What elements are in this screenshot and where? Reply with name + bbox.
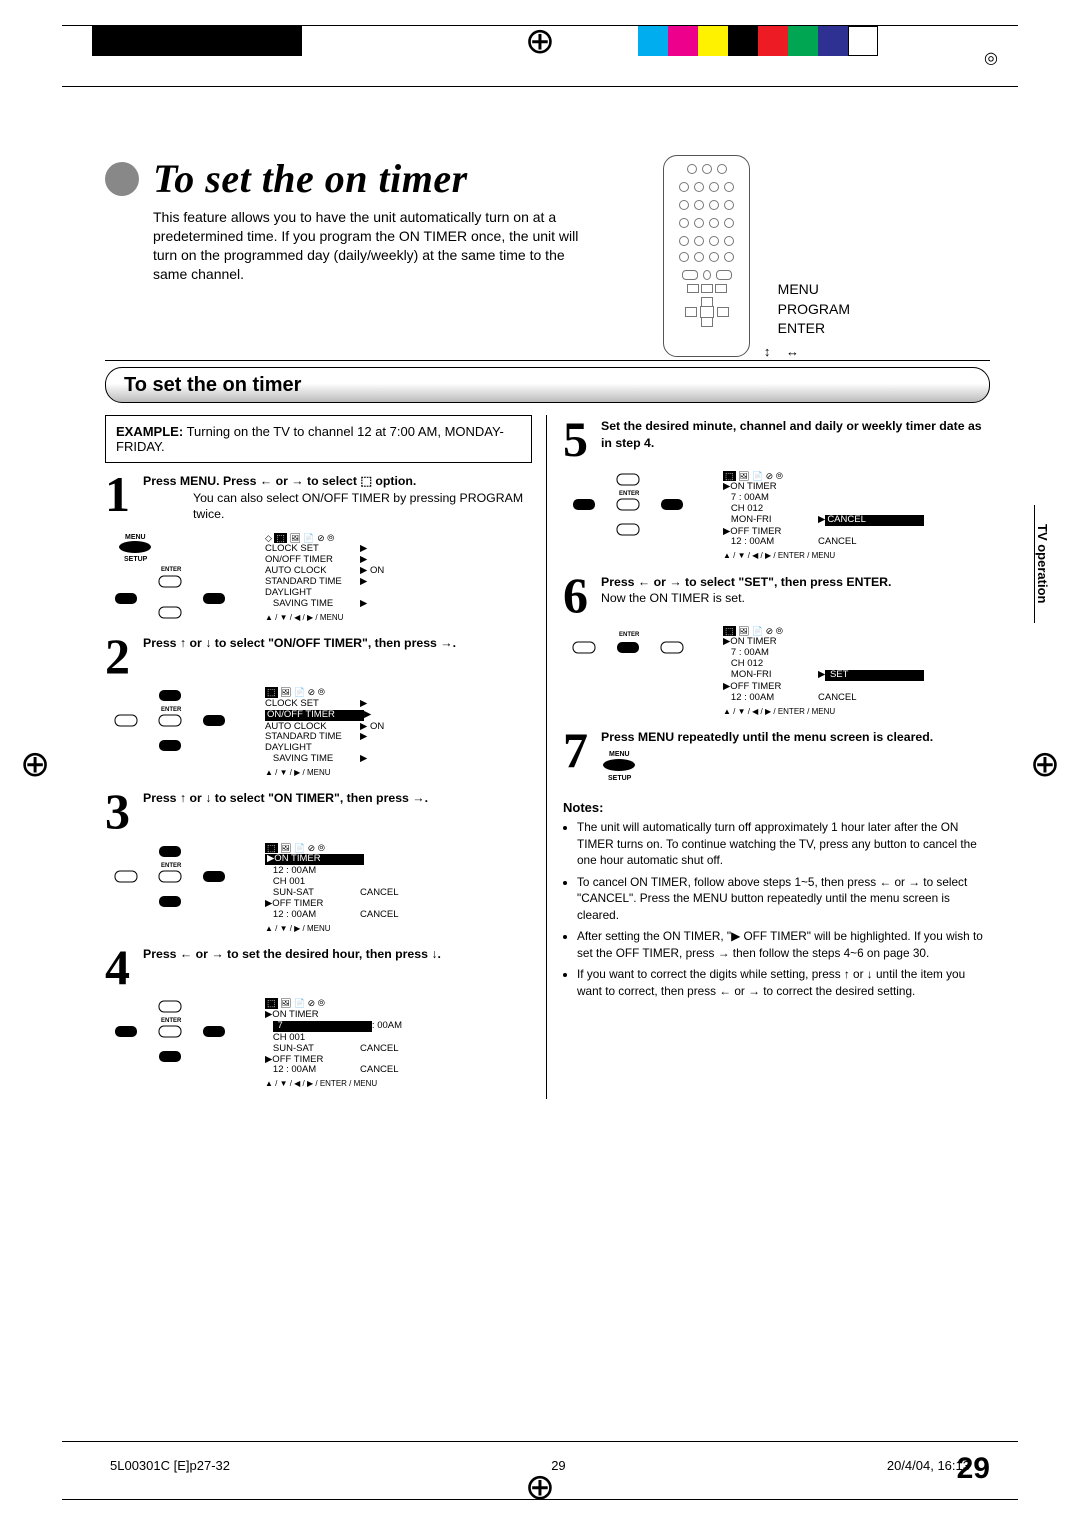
- registration-mark-icon: ⊕: [525, 23, 555, 59]
- remote-label-enter: ENTER: [778, 319, 850, 339]
- page-number: 29: [957, 1452, 990, 1486]
- remote-pad-illustration: ENTER: [563, 469, 713, 569]
- example-box: EXAMPLE: Turning on the TV to channel 12…: [105, 415, 532, 463]
- remote-pad-illustration: ENTER: [105, 841, 255, 941]
- svg-text:SETUP: SETUP: [124, 556, 148, 563]
- remote-pad-illustration: MENU SETUP ENTER: [105, 531, 255, 630]
- registration-mark-icon: ⊕: [20, 743, 50, 785]
- crop-circles-icon: ◎: [984, 48, 998, 68]
- svg-text:ENTER: ENTER: [161, 1018, 182, 1024]
- svg-text:ENTER: ENTER: [161, 567, 182, 573]
- note-item: After setting the ON TIMER, "▶ OFF TIMER…: [577, 928, 990, 961]
- svg-text:MENU: MENU: [609, 751, 630, 758]
- svg-text:ENTER: ENTER: [619, 491, 640, 497]
- page-title: To set the on timer: [153, 155, 468, 202]
- step-1: 1 Press MENU. Press ← or → to select ⬚ o…: [105, 473, 532, 523]
- remote-label-callouts: MENU PROGRAM ENTER: [778, 280, 850, 339]
- note-item: The unit will automatically turn off app…: [577, 819, 990, 869]
- side-tab: TV operation: [1034, 505, 1054, 623]
- registration-mark-icon: ⊕: [1030, 743, 1060, 785]
- osd-step5: ⬚ 🖼 📄 ⊘ ⦾ ▶ON TIMER 7 : 00AM CH 012 MON-…: [723, 471, 924, 561]
- footer-left: 5L00301C [E]p27-32: [110, 1458, 230, 1473]
- section-header: To set the on timer: [105, 367, 990, 403]
- step-3: 3 Press ↑ or ↓ to select "ON TIMER", the…: [105, 790, 532, 833]
- svg-text:ENTER: ENTER: [161, 863, 182, 869]
- remote-illustration: [663, 155, 750, 357]
- title-bullet-icon: [105, 162, 139, 196]
- intro-text: This feature allows you to have the unit…: [153, 208, 583, 284]
- svg-text:MENU: MENU: [125, 534, 146, 541]
- note-item: To cancel ON TIMER, follow above steps 1…: [577, 874, 990, 924]
- step-5: 5 Set the desired minute, channel and da…: [563, 418, 990, 461]
- step-4: 4 Press ← or → to set the desired hour, …: [105, 946, 532, 989]
- remote-label-arrows: ↕ ↔: [764, 344, 805, 359]
- remote-pad-illustration: ENTER: [105, 996, 255, 1096]
- osd-step4: ⬚ 🖼 📄 ⊘ ⦾ ▶ON TIMER 7 : 00AM CH 001 SUN-…: [265, 998, 402, 1088]
- osd-step2: ⬚ 🖼 📄 ⊘ ⦾ CLOCK SET▶ ON/OFF TIMER▶ AUTO …: [265, 687, 384, 777]
- svg-text:ENTER: ENTER: [619, 632, 640, 638]
- remote-pad-illustration: ENTER: [563, 624, 713, 724]
- osd-step6: ⬚ 🖼 📄 ⊘ ⦾ ▶ON TIMER 7 : 00AM CH 012 MON-…: [723, 626, 924, 716]
- note-item: If you want to correct the digits while …: [577, 966, 990, 999]
- osd-step1: ◇ ⬚ 🖼 📄 ⊘ ⦾ CLOCK SET▶ ON/OFF TIMER▶ AUT…: [265, 533, 384, 622]
- crop-black-bar: [92, 26, 302, 56]
- print-footer: 5L00301C [E]p27-32 29 20/4/04, 16:13: [110, 1458, 970, 1473]
- svg-text:SETUP: SETUP: [608, 775, 632, 782]
- remote-pad-illustration: ENTER: [105, 685, 255, 785]
- remote-label-program: PROGRAM: [778, 300, 850, 320]
- step-2: 2 Press ↑ or ↓ to select "ON/OFF TIMER",…: [105, 635, 532, 678]
- color-swatches: [638, 26, 878, 56]
- notes-section: Notes: The unit will automatically turn …: [563, 800, 990, 999]
- svg-text:ENTER: ENTER: [161, 707, 182, 713]
- step-7: 7 Press MENU repeatedly until the menu s…: [563, 729, 990, 788]
- osd-step3: ⬚ 🖼 📄 ⊘ ⦾ ▶ON TIMER 12 : 00AM CH 001 SUN…: [265, 843, 399, 933]
- footer-mid: 29: [551, 1458, 565, 1473]
- remote-label-menu: MENU: [778, 280, 850, 300]
- step-6: 6 Press ← or → to select "SET", then pre…: [563, 574, 990, 617]
